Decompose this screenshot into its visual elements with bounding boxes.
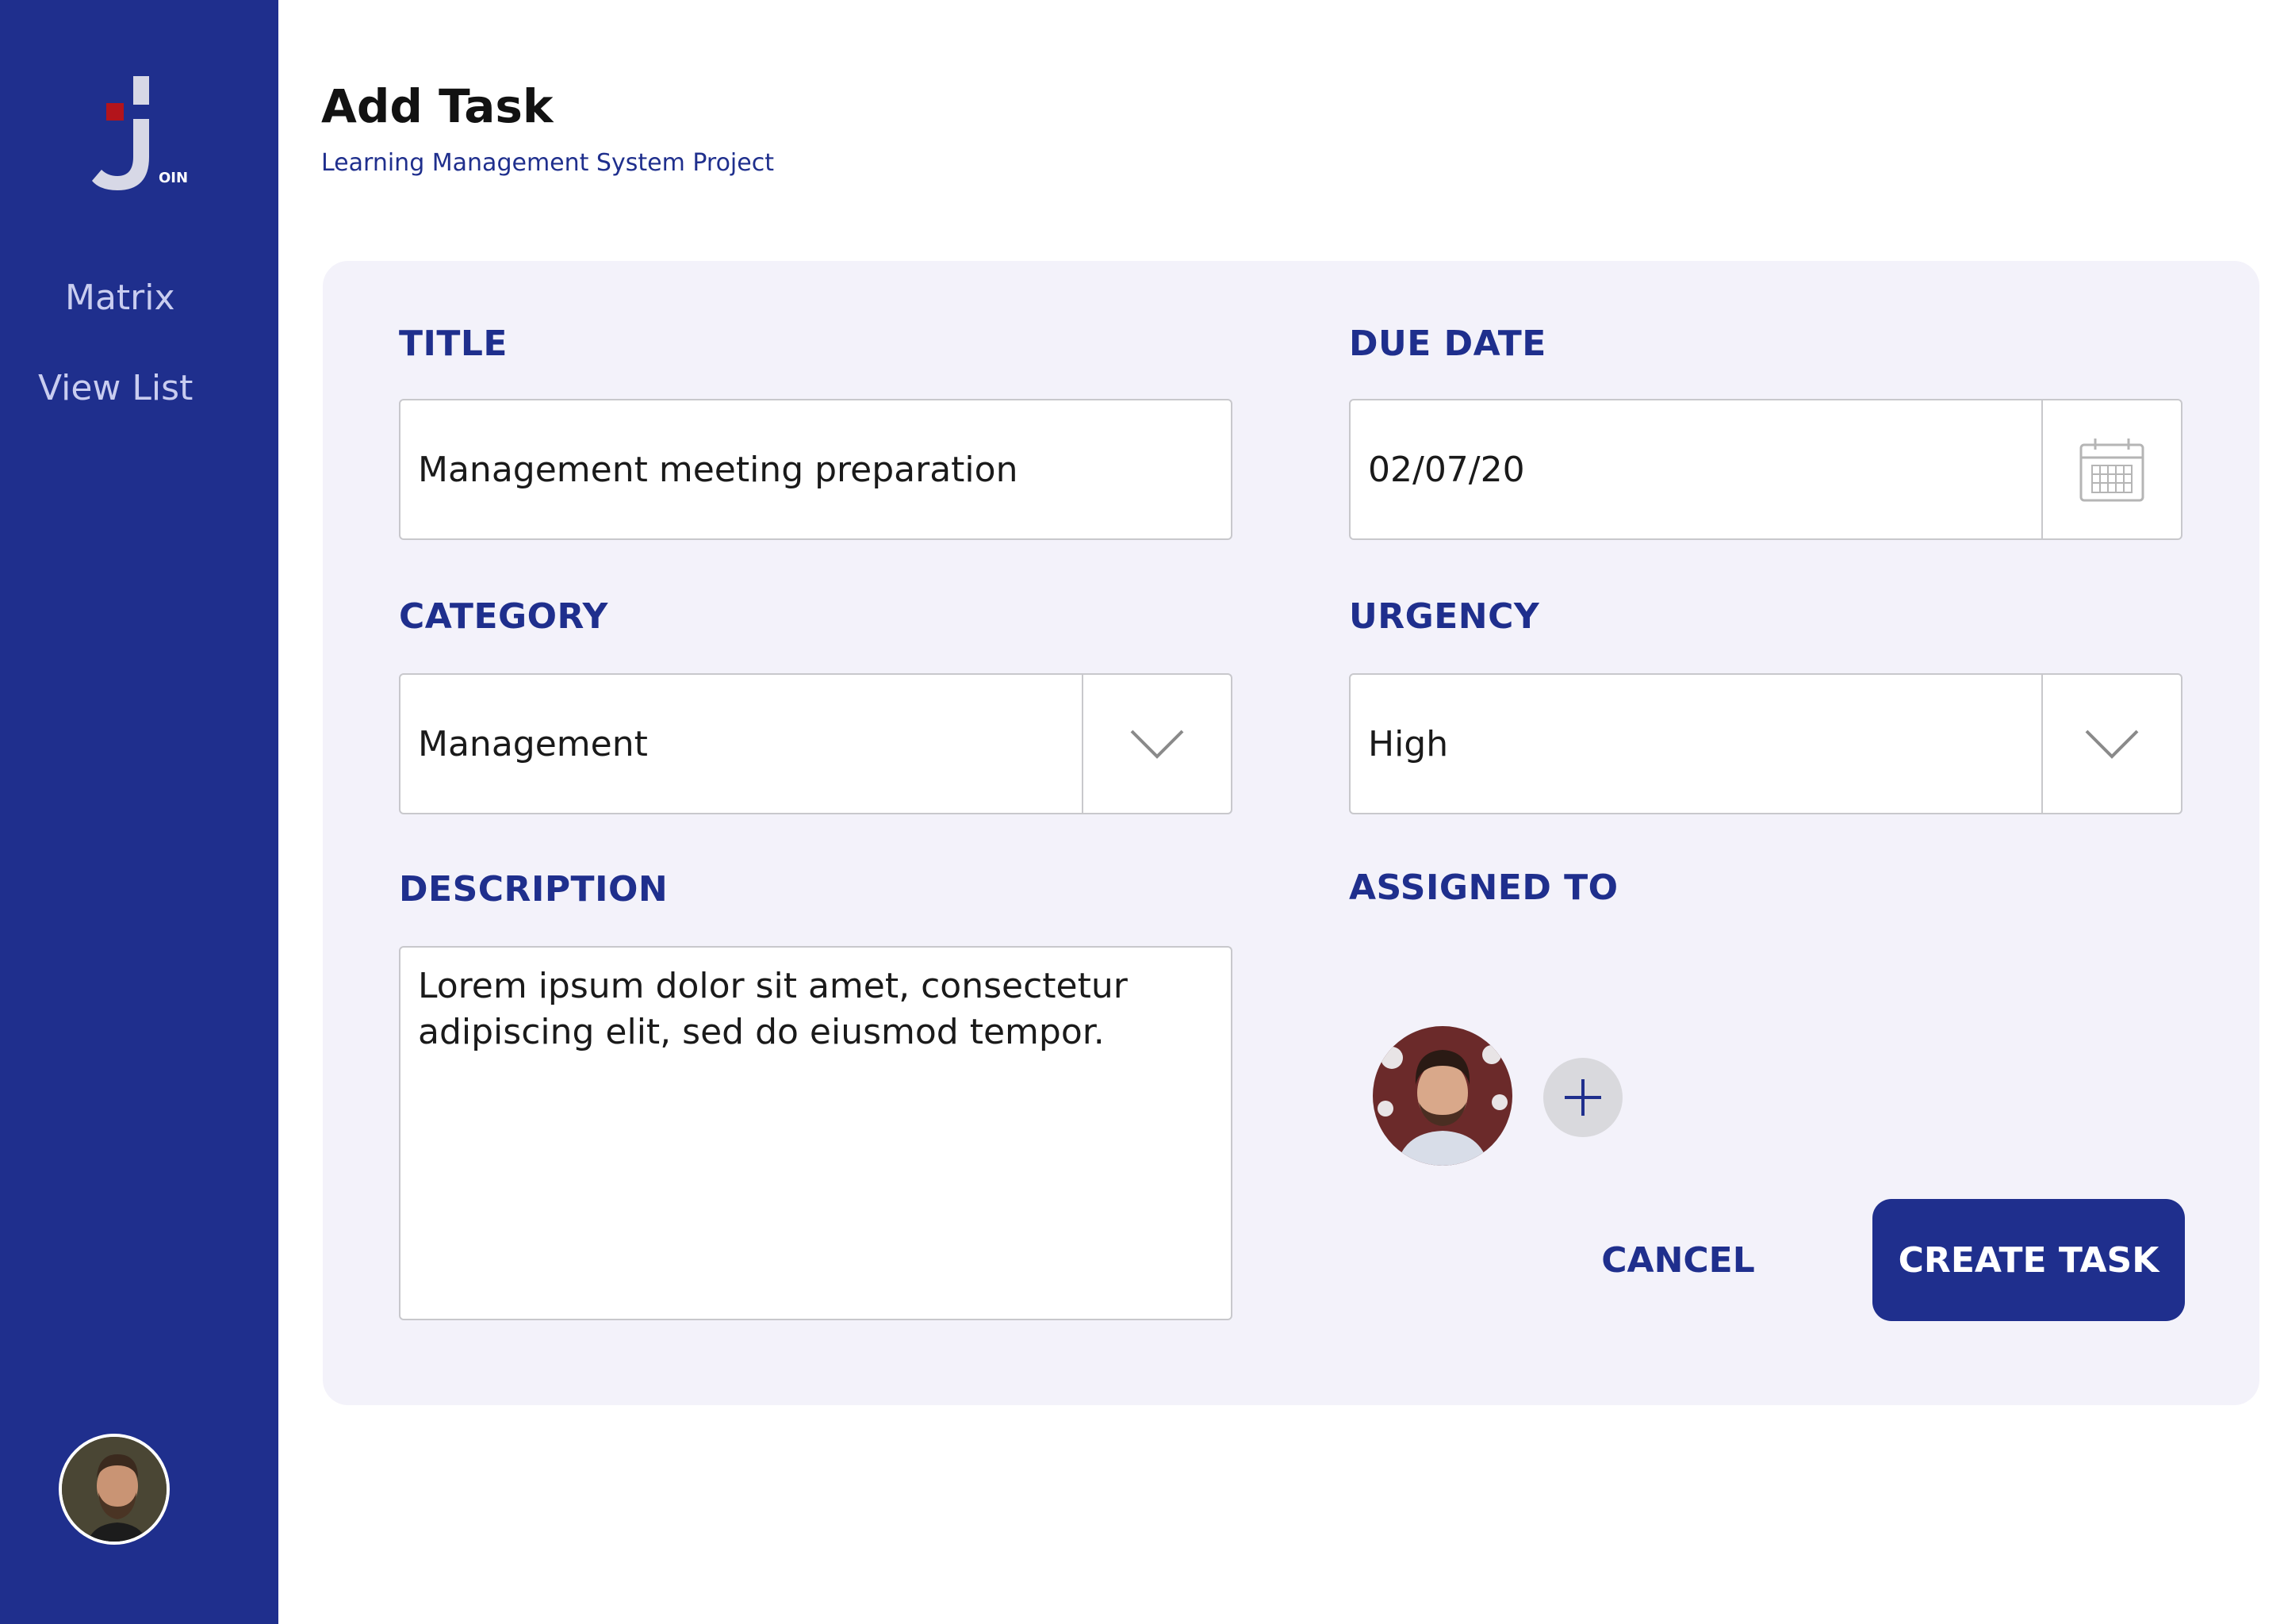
description-label: DESCRIPTION [399, 869, 669, 910]
logo-mark: OIN [92, 76, 188, 190]
calendar-icon [2079, 439, 2144, 502]
join-logo[interactable]: OIN [86, 70, 197, 197]
cancel-button[interactable]: CANCEL [1583, 1199, 1773, 1321]
category-select[interactable]: Management [399, 673, 1232, 814]
description-field: Lorem ipsum dolor sit amet, consectetur … [399, 946, 1232, 1320]
due-date-input[interactable] [1368, 400, 2016, 538]
chevron-down-icon [2085, 730, 2139, 759]
category-dropdown-toggle[interactable] [1082, 675, 1231, 813]
nav-item-matrix[interactable]: Matrix [0, 278, 278, 318]
add-assignee-button[interactable] [1543, 1058, 1623, 1137]
create-task-button[interactable]: CREATE TASK [1872, 1199, 2185, 1321]
title-input[interactable] [418, 400, 1213, 538]
sidebar: OIN Matrix View List [0, 0, 278, 1624]
due-date-field [1349, 399, 2182, 540]
urgency-dropdown-toggle[interactable] [2041, 675, 2181, 813]
user-photo [62, 1437, 167, 1542]
urgency-label: URGENCY [1349, 596, 1540, 637]
calendar-button[interactable] [2041, 400, 2181, 538]
due-date-label: DUE DATE [1349, 324, 1546, 364]
plus-icon [1565, 1079, 1601, 1116]
urgency-value: High [1368, 723, 1449, 764]
category-value: Management [418, 723, 648, 764]
assignee-photo [1373, 1026, 1512, 1166]
urgency-select[interactable]: High [1349, 673, 2182, 814]
assigned-to-label: ASSIGNED TO [1349, 868, 1619, 908]
user-avatar[interactable] [59, 1434, 170, 1545]
chevron-down-icon [1130, 730, 1184, 759]
app-root: OIN Matrix View List Add Task Learning M… [0, 0, 2284, 1624]
category-label: CATEGORY [399, 596, 608, 637]
title-label: TITLE [399, 324, 508, 364]
logo-text: OIN [159, 170, 188, 186]
page-subtitle: Learning Management System Project [321, 149, 774, 177]
page-title: Add Task [321, 79, 554, 133]
description-textarea[interactable]: Lorem ipsum dolor sit amet, consectetur … [418, 963, 1213, 1303]
title-field [399, 399, 1232, 540]
nav-item-view-list[interactable]: View List [0, 368, 278, 408]
assignee-avatar[interactable] [1373, 1026, 1512, 1166]
